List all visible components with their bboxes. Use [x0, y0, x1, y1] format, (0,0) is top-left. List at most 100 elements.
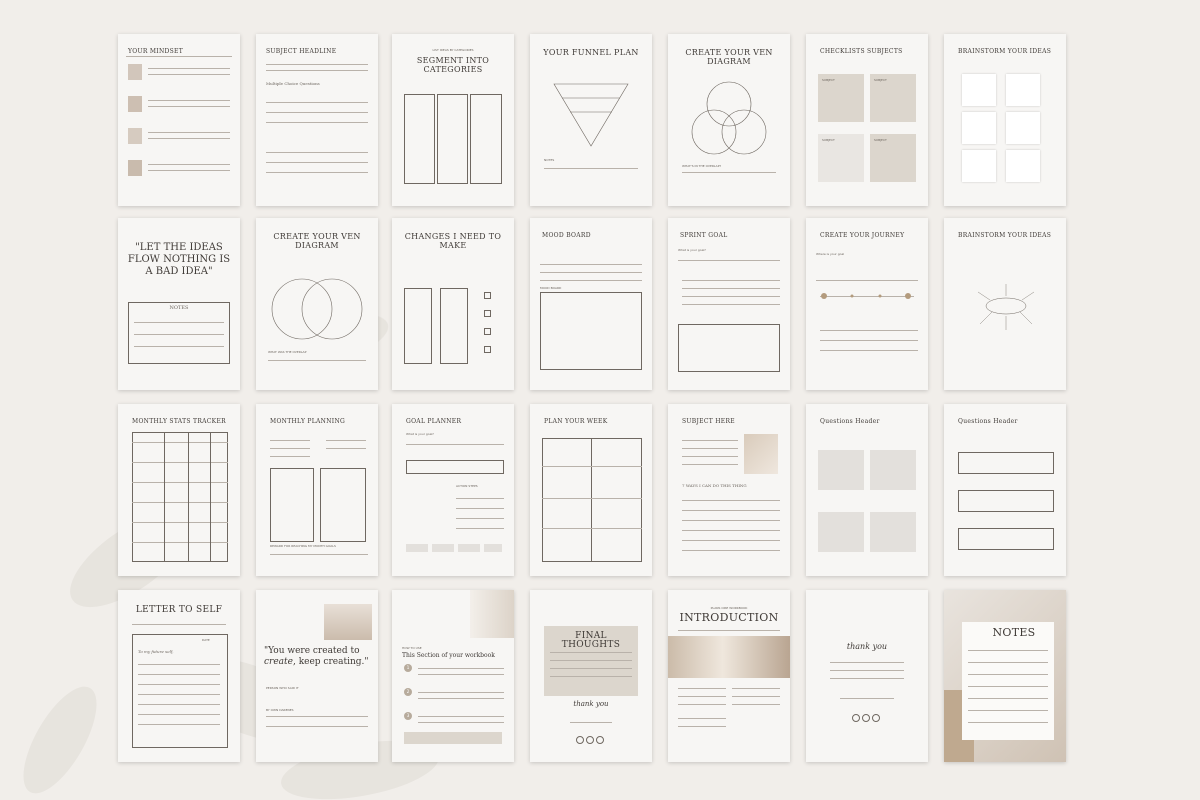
byline: BY OWN DARENES	[266, 708, 294, 712]
social-icon[interactable]	[596, 736, 604, 744]
page-title: YOUR FUNNEL PLAN	[543, 48, 639, 57]
page-kicker: HOW TO USE	[402, 646, 422, 650]
page-mood-board: MOOD BOARD MOOD BOARD	[530, 218, 652, 390]
page-title: GOAL PLANNER	[406, 418, 462, 425]
page-title: NOTES	[992, 626, 1036, 639]
page-sprint-goal: SPRINT GOAL What is your goal?	[668, 218, 790, 390]
venn-diagram	[271, 278, 363, 340]
page-title: Questions Header	[820, 418, 880, 425]
goal-question: Where is your goal	[816, 252, 845, 256]
page-title: BRAINSTORM YOUR IDEAS	[958, 48, 1052, 55]
page-title: SUBJECT HEADLINE	[266, 48, 337, 55]
social-icon[interactable]	[872, 714, 880, 722]
section-label: MOOD BOARD	[540, 286, 562, 290]
page-thank-you: thank you	[806, 590, 928, 762]
page-stats-tracker: MONTHLY STATS TRACKER	[118, 404, 240, 576]
page-title: YOUR MINDSET	[128, 48, 184, 55]
subject-label: SUBJECT	[874, 138, 887, 142]
page-how-to-use: HOW TO USE This Section of your workbook…	[392, 590, 514, 762]
page-venn-diagram: CREATE YOUR VEN DIAGRAM WHAT'S IN THE OV…	[668, 34, 790, 206]
page-questions-lines: Questions Header	[944, 404, 1066, 576]
page-notes-photo: NOTES	[944, 590, 1066, 762]
page-title: SUBJECT HERE	[682, 418, 735, 425]
step-badge: 2	[404, 688, 412, 696]
page-title: SPRINT GOAL	[680, 232, 728, 239]
page-title: CREATE YOUR VEN DIAGRAM	[273, 232, 361, 250]
date-label: DATE	[202, 638, 210, 642]
page-quote-ideas: "LET THE IDEAS FLOW NOTHING IS A BAD IDE…	[118, 218, 240, 390]
page-journey: CREATE YOUR JOURNEY Where is your goal	[806, 218, 928, 390]
page-title: MOOD BOARD	[542, 232, 591, 239]
subject-label: SUBJECT	[874, 78, 887, 82]
portrait-photo	[128, 64, 142, 80]
page-venn-two: CREATE YOUR VEN DIAGRAM WHAT WAS THE OVE…	[256, 218, 378, 390]
page-changes: CHANGES I NEED TO MAKE	[392, 218, 514, 390]
page-title: CHANGES I NEED TO MAKE	[404, 232, 502, 250]
goal-question: What is your goal?	[406, 432, 434, 436]
reward-label: REWARD FOR REACHING MY MONTH GOALS	[270, 544, 336, 548]
page-title: FINAL THOUGHTS	[561, 631, 621, 650]
quote-author: PERSON WHO SAID IT	[266, 686, 299, 690]
social-icon[interactable]	[862, 714, 870, 722]
hero-photo	[668, 636, 790, 678]
page-title: PLAN YOUR WEEK	[544, 418, 608, 425]
page-segment-categories: LIST IDEAS BY CATEGORIES SEGMENT INTO CA…	[392, 34, 514, 206]
funnel-diagram	[553, 83, 629, 147]
page-title: Questions Header	[958, 418, 1018, 425]
page-title: BRAINSTORM YOUR IDEAS	[958, 232, 1052, 239]
page-questions-boxes: Questions Header	[806, 404, 928, 576]
page-checklists: CHECKLISTS SUBJECTS SUBJECT SUBJECT SUBJ…	[806, 34, 928, 206]
page-title: INTRODUCTION	[679, 611, 779, 624]
overlap-label: WHAT WAS THE OVERLAP	[268, 350, 307, 354]
subject-label: SUBJECT	[822, 138, 835, 142]
signature: thank you	[846, 642, 888, 651]
page-goal-planner: GOAL PLANNER What is your goal? ACTION S…	[392, 404, 514, 576]
journey-dots	[821, 293, 911, 299]
section-subtitle: Multiple Choice Questions	[266, 81, 320, 86]
page-title: CHECKLISTS SUBJECTS	[820, 48, 903, 55]
social-icon[interactable]	[586, 736, 594, 744]
decor-photo	[744, 434, 778, 474]
page-title: MONTHLY PLANNING	[270, 418, 346, 425]
portrait-photo	[128, 128, 142, 144]
page-final-thoughts: FINAL THOUGHTS thank you	[530, 590, 652, 762]
page-brainstorm-notes: BRAINSTORM YOUR IDEAS	[944, 34, 1066, 206]
page-monthly-planning: MONTHLY PLANNING REWARD FOR REACHING MY …	[256, 404, 378, 576]
signature: thank you	[573, 700, 609, 708]
portrait-photo	[128, 96, 142, 112]
page-introduction: PLANS CIRE WORKBOOK INTRODUCTION	[668, 590, 790, 762]
page-subject-headline: SUBJECT HEADLINE Multiple Choice Questio…	[256, 34, 378, 206]
page-title: This Section of your workbook	[402, 652, 495, 659]
venn-diagram	[691, 81, 767, 155]
page-kicker: PLANS CIRE WORKBOOK	[710, 606, 748, 610]
desk-photo	[324, 604, 372, 640]
action-steps-label: ACTION STEPS	[456, 484, 478, 488]
page-title: CREATE YOUR JOURNEY	[820, 232, 905, 239]
notes-label: NOTES	[544, 158, 555, 162]
salutation: To my future self,	[138, 649, 174, 654]
goal-question: What is your goal?	[678, 248, 706, 252]
notes-label: NOTES	[169, 305, 189, 311]
curtain-photo	[470, 590, 514, 638]
social-icon[interactable]	[852, 714, 860, 722]
section-subtitle: 7 WAYS I CAN DO THIS THING	[682, 483, 747, 488]
page-week-plan: PLAN YOUR WEEK	[530, 404, 652, 576]
subject-label: SUBJECT	[822, 78, 835, 82]
page-kicker: LIST IDEAS BY CATEGORIES	[432, 48, 474, 52]
page-title: MONTHLY STATS TRACKER	[132, 418, 226, 425]
page-mindset: YOUR MINDSET	[118, 34, 240, 206]
page-title: LETTER TO SELF	[135, 605, 223, 615]
page-quote-create: "You were created to create, keep creati…	[256, 590, 378, 762]
overlap-label: WHAT'S IN THE OVERLAP?	[682, 164, 722, 168]
social-icon[interactable]	[576, 736, 584, 744]
page-quote: "You were created to create, keep creati…	[264, 646, 369, 667]
page-letter-to-self: LETTER TO SELF DATE To my future self,	[118, 590, 240, 762]
step-badge: 1	[404, 664, 412, 672]
page-funnel-plan: YOUR FUNNEL PLAN NOTES	[530, 34, 652, 206]
page-title: CREATE YOUR VEN DIAGRAM	[685, 48, 773, 66]
portrait-photo	[128, 160, 142, 176]
page-brainstorm-mind: BRAINSTORM YOUR IDEAS	[944, 218, 1066, 390]
page-title: SEGMENT INTO CATEGORIES	[416, 56, 490, 74]
mind-map	[977, 284, 1035, 330]
step-badge: 3	[404, 712, 412, 720]
